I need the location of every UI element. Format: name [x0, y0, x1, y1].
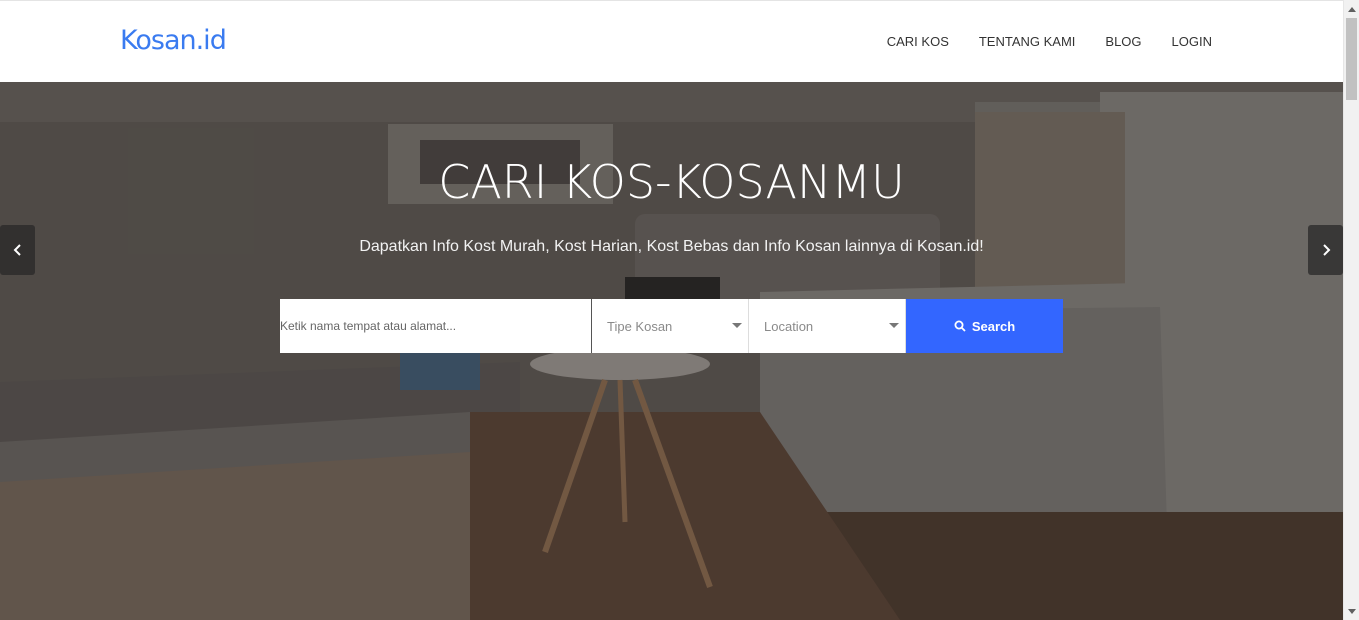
scrollbar-thumb[interactable]	[1346, 18, 1357, 100]
nav-blog[interactable]: BLOG	[1105, 34, 1141, 49]
page-viewport: Kosan.id CARI KOS TENTANG KAMI BLOG LOGI…	[0, 0, 1343, 620]
hero-title: CARI KOS-KOSANMU	[438, 155, 905, 209]
chevron-right-icon	[1322, 244, 1330, 256]
hero-section: CARI KOS-KOSANMU Dapatkan Info Kost Mura…	[0, 82, 1343, 620]
scroll-down-arrow-icon	[1348, 608, 1356, 614]
site-header: Kosan.id CARI KOS TENTANG KAMI BLOG LOGI…	[0, 0, 1343, 82]
location-value: Location	[764, 318, 814, 334]
chevron-left-icon	[13, 244, 21, 256]
scroll-down-button[interactable]	[1344, 603, 1359, 620]
nav-login[interactable]: LOGIN	[1172, 34, 1212, 49]
scroll-up-button[interactable]	[1344, 0, 1359, 17]
search-bar: Tipe Kosan Location Search	[280, 299, 1063, 353]
hero-subtitle: Dapatkan Info Kost Murah, Kost Harian, K…	[359, 238, 984, 255]
nav-tentang-kami[interactable]: TENTANG KAMI	[979, 34, 1076, 49]
carousel-prev-button[interactable]	[0, 225, 35, 275]
search-icon	[954, 320, 966, 332]
site-logo[interactable]: Kosan.id	[120, 25, 227, 56]
carousel-next-button[interactable]	[1308, 225, 1343, 275]
main-nav: CARI KOS TENTANG KAMI BLOG LOGIN	[887, 34, 1212, 49]
scroll-up-arrow-icon	[1348, 6, 1356, 12]
caret-down-icon	[732, 323, 742, 328]
tipe-kosan-value: Tipe Kosan	[607, 318, 673, 334]
vertical-scrollbar[interactable]	[1343, 0, 1359, 620]
search-button[interactable]: Search	[906, 299, 1063, 353]
nav-cari-kos[interactable]: CARI KOS	[887, 34, 949, 49]
location-select[interactable]: Location	[749, 299, 906, 353]
search-input[interactable]	[280, 299, 592, 353]
caret-down-icon	[889, 323, 899, 328]
tipe-kosan-select[interactable]: Tipe Kosan	[592, 299, 749, 353]
search-button-label: Search	[971, 318, 1016, 334]
